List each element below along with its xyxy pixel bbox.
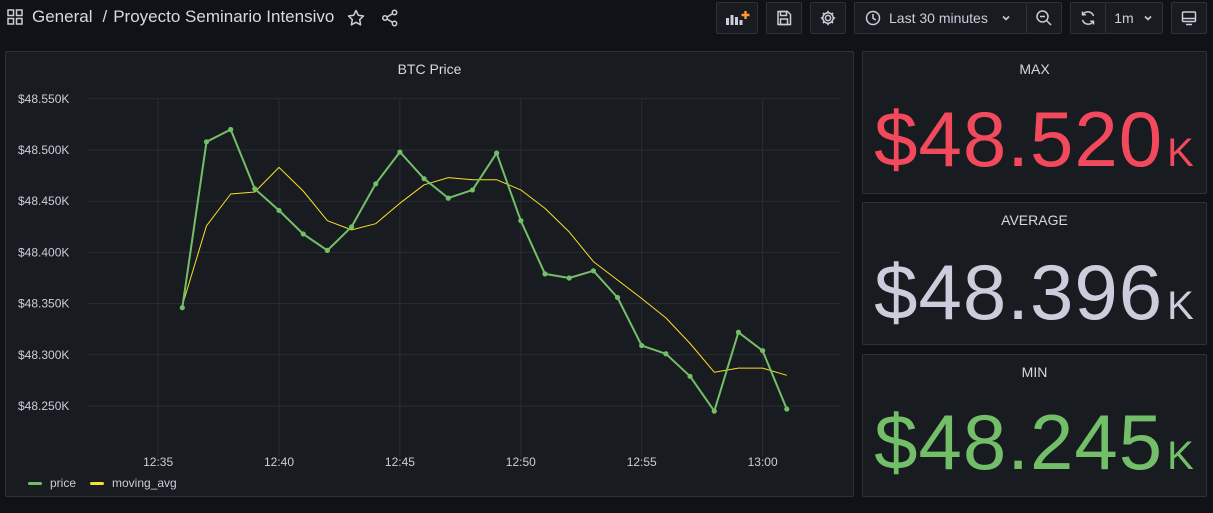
add-panel-icon [726, 11, 750, 25]
data-point-price [687, 373, 693, 379]
chevron-down-icon [1144, 15, 1152, 21]
settings-icon [820, 10, 836, 26]
chevron-down-icon [1002, 15, 1010, 21]
stat-unit: K [1167, 131, 1195, 175]
panel-title[interactable]: MIN [863, 364, 1206, 380]
btc-price-chart[interactable]: $48.250K $48.300K $48.350K $48.400K $48.450K… [6, 52, 855, 498]
y-tick-label: $48.500K [18, 143, 69, 157]
breadcrumb-separator: / [102, 7, 108, 26]
y-tick-label: $48.400K [18, 245, 69, 259]
time-range-label: Last 30 minutes [889, 10, 988, 26]
legend-swatch [28, 481, 42, 485]
data-point-price [421, 176, 427, 182]
refresh-interval-label: 1m [1114, 10, 1134, 26]
y-tick-label: $48.450K [18, 194, 69, 208]
share-icon[interactable] [380, 8, 400, 28]
tv-mode-button[interactable] [1171, 2, 1207, 34]
refresh-interval-picker[interactable]: 1m [1105, 2, 1163, 34]
legend-label: price [50, 476, 77, 490]
data-point-price [735, 329, 742, 335]
refresh-icon [1081, 11, 1095, 25]
tv-mode-icon [1181, 11, 1197, 26]
data-point-price [445, 195, 451, 201]
series-line-moving-avg [181, 166, 787, 376]
y-tick-label: $48.350K [18, 297, 69, 311]
add-panel-button[interactable] [716, 2, 758, 34]
stat-value: $48.520 K [863, 100, 1206, 178]
zoom-out-button[interactable] [1026, 2, 1062, 34]
legend-item-moving-avg[interactable]: moving_avg [90, 476, 177, 490]
max-stat-panel: MAX $48.520 K [862, 51, 1207, 194]
data-point-price [663, 351, 669, 357]
data-point-price [566, 275, 572, 281]
btc-price-panel: BTC Price $48.250K $48.300K $48.350K $48.40… [5, 51, 854, 497]
x-tick-label: 12:45 [385, 455, 415, 469]
x-tick-label: 12:35 [143, 455, 173, 469]
x-tick-label: 12:55 [627, 455, 657, 469]
time-range-picker[interactable]: Last 30 minutes [854, 2, 1027, 34]
y-tick-label: $48.550K [18, 92, 69, 106]
refresh-button[interactable] [1070, 2, 1106, 34]
data-point-price [614, 294, 621, 301]
data-point-price [228, 126, 234, 133]
legend-label: moving_avg [112, 476, 177, 490]
save-dashboard-button[interactable] [766, 2, 802, 34]
data-point-price [252, 186, 258, 192]
data-point-price [760, 348, 766, 354]
data-point-price [711, 408, 717, 414]
save-icon [777, 10, 792, 26]
data-point-price [542, 271, 548, 277]
y-tick-label: $48.250K [18, 399, 69, 413]
breadcrumb-folder[interactable]: General [32, 7, 92, 27]
data-point-price [203, 139, 210, 145]
legend-swatch [90, 481, 105, 485]
stat-unit: K [1167, 284, 1195, 328]
stat-number: $48.396 [874, 248, 1164, 336]
data-point-price [469, 187, 476, 193]
clock-icon [865, 10, 881, 26]
chart-legend: price moving_avg [28, 476, 191, 490]
stat-value: $48.245 K [863, 403, 1206, 481]
zoom-out-icon [1036, 10, 1052, 26]
dashboard-title[interactable]: Proyecto Seminario Intensivo [113, 7, 334, 27]
stat-number: $48.245 [874, 398, 1164, 486]
legend-item-price[interactable]: price [28, 476, 76, 490]
average-stat-panel: AVERAGE $48.396 K [862, 202, 1207, 345]
x-tick-label: 12:40 [264, 455, 294, 469]
data-point-price [300, 231, 306, 237]
apps-icon[interactable] [6, 8, 24, 26]
data-point-price [494, 150, 500, 156]
data-point-price [784, 406, 790, 412]
data-point-price [324, 247, 330, 253]
data-point-price [179, 305, 185, 311]
data-point-price [276, 207, 282, 214]
data-point-price [397, 149, 403, 155]
panel-title[interactable]: AVERAGE [863, 212, 1206, 228]
data-point-price [590, 268, 596, 274]
min-stat-panel: MIN $48.245 K [862, 354, 1207, 497]
y-tick-label: $48.300K [18, 348, 69, 362]
stat-number: $48.520 [874, 95, 1164, 183]
stat-unit: K [1167, 434, 1195, 478]
breadcrumb: General / Proyecto Seminario Intensivo [6, 7, 334, 27]
data-point-price [518, 218, 524, 224]
stat-value: $48.396 K [863, 253, 1206, 331]
x-tick-label: 12:50 [506, 455, 536, 469]
data-point-price [639, 342, 645, 349]
data-point-price [348, 224, 355, 230]
x-tick-label: 13:00 [748, 455, 778, 469]
dashboard-toolbar: General / Proyecto Seminario Intensivo L… [0, 0, 1213, 36]
star-icon[interactable] [346, 8, 366, 28]
panel-title[interactable]: MAX [863, 61, 1206, 77]
dashboard-settings-button[interactable] [810, 2, 846, 34]
data-point-price [373, 181, 379, 187]
series-line-price [181, 128, 788, 413]
